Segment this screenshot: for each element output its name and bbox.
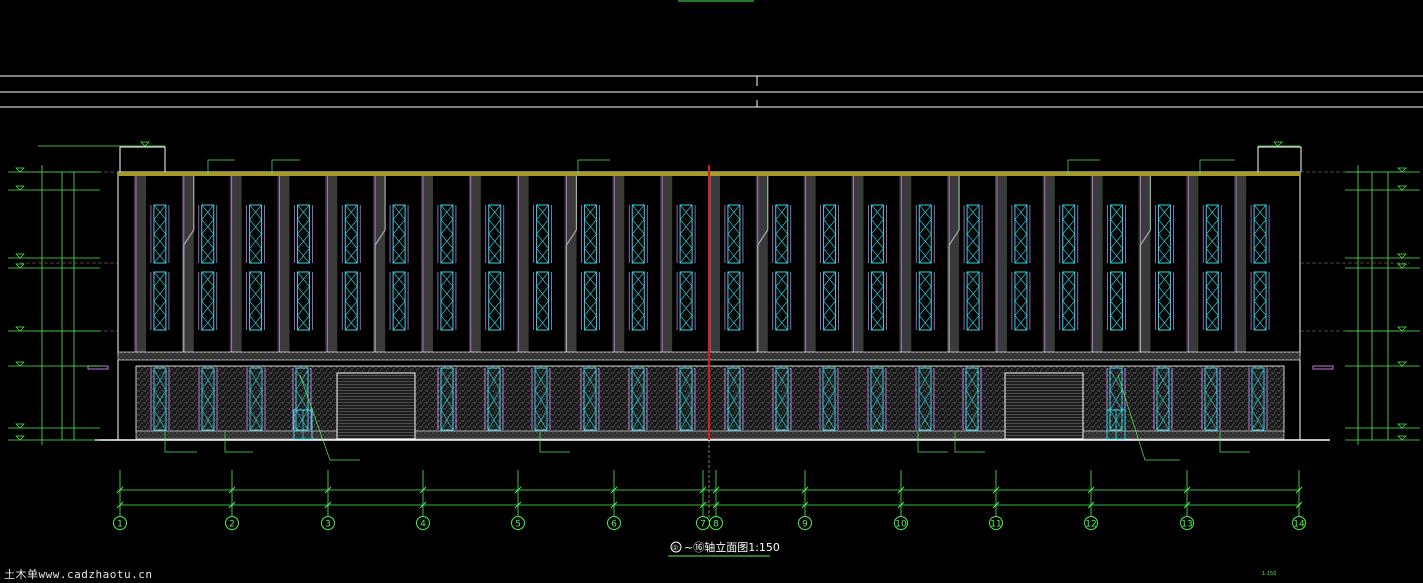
- level-triangle-icon: [1397, 253, 1407, 259]
- roof-stair-left: [119, 146, 166, 172]
- level-triangle-icon: [15, 423, 25, 429]
- scale-note: 1:150: [1262, 571, 1277, 577]
- level-triangle-icon: [1397, 326, 1407, 332]
- axis-label: 4: [420, 520, 426, 530]
- watermark: 土木单www.cadzhaotu.cn: [4, 568, 153, 581]
- level-triangle-icon: [15, 263, 25, 269]
- canopy-left: [87, 365, 109, 370]
- level-triangle-icon: [15, 361, 25, 367]
- level-triangle-icon: [1397, 263, 1407, 269]
- axis-bubbles: 1 2 3 4 5 6 7 8 9 10 11 12 13 14: [113, 470, 1306, 530]
- axis-label: 13: [1181, 520, 1192, 530]
- axis-label: 2: [229, 520, 235, 530]
- level-triangle-icon: [140, 141, 150, 147]
- canopy-right: [1312, 365, 1334, 370]
- axis-label: 12: [1085, 520, 1096, 530]
- axis-label: 8: [713, 520, 719, 530]
- roller-shutter-door-icon: [336, 372, 416, 440]
- roller-shutter-door-icon: [1004, 372, 1084, 440]
- level-triangle-icon: [15, 185, 25, 191]
- level-triangle-icon: [1397, 435, 1407, 441]
- title-index: ①: [672, 544, 678, 552]
- axis-label: 11: [990, 520, 1001, 530]
- axis-label: 5: [515, 520, 521, 530]
- level-triangle-icon: [15, 167, 25, 173]
- level-triangle-icon: [1397, 167, 1407, 173]
- level-triangle-icon: [15, 435, 25, 441]
- drawing-title: ~⑯轴立面图1:150: [684, 540, 780, 554]
- roof-stair-right: [1257, 146, 1302, 172]
- level-triangle-icon: [1397, 423, 1407, 429]
- elevation-drawing: 1 2 3 4 5 6 7 8 9 10 11 12 13 14 ① ~⑯轴立面图1:150: [0, 0, 1423, 557]
- level-triangle-icon: [15, 253, 25, 259]
- axis-label: 7: [700, 520, 706, 530]
- axis-label: 9: [802, 520, 808, 530]
- level-triangle-icon: [1273, 141, 1283, 147]
- level-triangle-icon: [1397, 361, 1407, 367]
- level-triangle-icon: [15, 326, 25, 332]
- axis-label: 1: [117, 520, 123, 530]
- axis-label: 6: [611, 520, 617, 530]
- axis-label: 10: [895, 520, 907, 530]
- level-triangle-icon: [1397, 185, 1407, 191]
- axis-label: 14: [1293, 520, 1305, 530]
- axis-label: 3: [325, 520, 331, 530]
- bottom-dimensions: [120, 489, 1300, 506]
